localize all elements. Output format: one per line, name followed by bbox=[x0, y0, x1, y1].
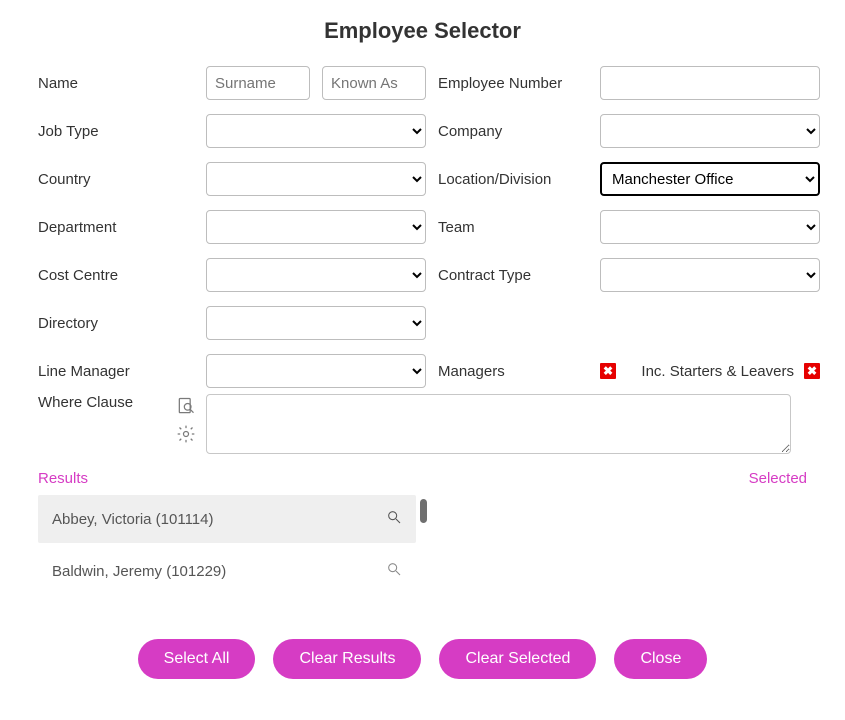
starters-leavers-toggle[interactable]: ✖ bbox=[804, 363, 820, 379]
clear-results-button[interactable]: Clear Results bbox=[273, 639, 421, 679]
department-select[interactable] bbox=[206, 210, 426, 244]
result-item[interactable]: Baldwin, Jeremy (101229) bbox=[38, 547, 416, 595]
team-select[interactable] bbox=[600, 210, 820, 244]
label-team: Team bbox=[438, 219, 588, 236]
contract-type-select[interactable] bbox=[600, 258, 820, 292]
location-division-select[interactable]: Manchester Office bbox=[600, 162, 820, 196]
label-company: Company bbox=[438, 123, 588, 140]
label-cost-centre: Cost Centre bbox=[38, 267, 194, 284]
label-location-division: Location/Division bbox=[438, 171, 588, 188]
known-as-input[interactable] bbox=[322, 66, 426, 100]
label-managers: Managers bbox=[438, 363, 588, 380]
results-list: Abbey, Victoria (101114) Baldwin, Jeremy… bbox=[38, 495, 807, 615]
managers-toggle[interactable]: ✖ bbox=[600, 363, 616, 379]
surname-input[interactable] bbox=[206, 66, 310, 100]
label-line-manager: Line Manager bbox=[38, 363, 194, 380]
label-department: Department bbox=[38, 219, 194, 236]
result-item-label: Baldwin, Jeremy (101229) bbox=[52, 563, 226, 580]
results-heading: Results bbox=[38, 470, 88, 487]
where-clause-gear-icon[interactable] bbox=[176, 424, 196, 444]
label-job-type: Job Type bbox=[38, 123, 194, 140]
clear-selected-button[interactable]: Clear Selected bbox=[439, 639, 596, 679]
directory-select[interactable] bbox=[206, 306, 426, 340]
label-inc-starters-leavers: Inc. Starters & Leavers bbox=[641, 363, 794, 380]
label-employee-number: Employee Number bbox=[438, 75, 588, 92]
close-button[interactable]: Close bbox=[614, 639, 707, 679]
result-item[interactable] bbox=[38, 599, 416, 615]
employee-number-input[interactable] bbox=[600, 66, 820, 100]
job-type-select[interactable] bbox=[206, 114, 426, 148]
label-contract-type: Contract Type bbox=[438, 267, 588, 284]
magnifier-icon[interactable] bbox=[386, 613, 402, 615]
where-clause-textarea[interactable] bbox=[206, 394, 791, 454]
select-all-button[interactable]: Select All bbox=[138, 639, 256, 679]
label-directory: Directory bbox=[38, 315, 194, 332]
label-name: Name bbox=[38, 75, 194, 92]
magnifier-icon[interactable] bbox=[386, 509, 402, 529]
dialog-title: Employee Selector bbox=[38, 18, 807, 44]
where-clause-search-icon[interactable] bbox=[176, 396, 196, 416]
cost-centre-select[interactable] bbox=[206, 258, 426, 292]
country-select[interactable] bbox=[206, 162, 426, 196]
scrollbar-thumb[interactable] bbox=[420, 499, 427, 523]
magnifier-icon[interactable] bbox=[386, 561, 402, 581]
line-manager-select[interactable] bbox=[206, 354, 426, 388]
selected-heading: Selected bbox=[749, 470, 807, 487]
label-where-clause: Where Clause bbox=[38, 394, 166, 454]
result-item[interactable]: Abbey, Victoria (101114) bbox=[38, 495, 416, 543]
result-item-label: Abbey, Victoria (101114) bbox=[52, 511, 213, 528]
company-select[interactable] bbox=[600, 114, 820, 148]
label-country: Country bbox=[38, 171, 194, 188]
